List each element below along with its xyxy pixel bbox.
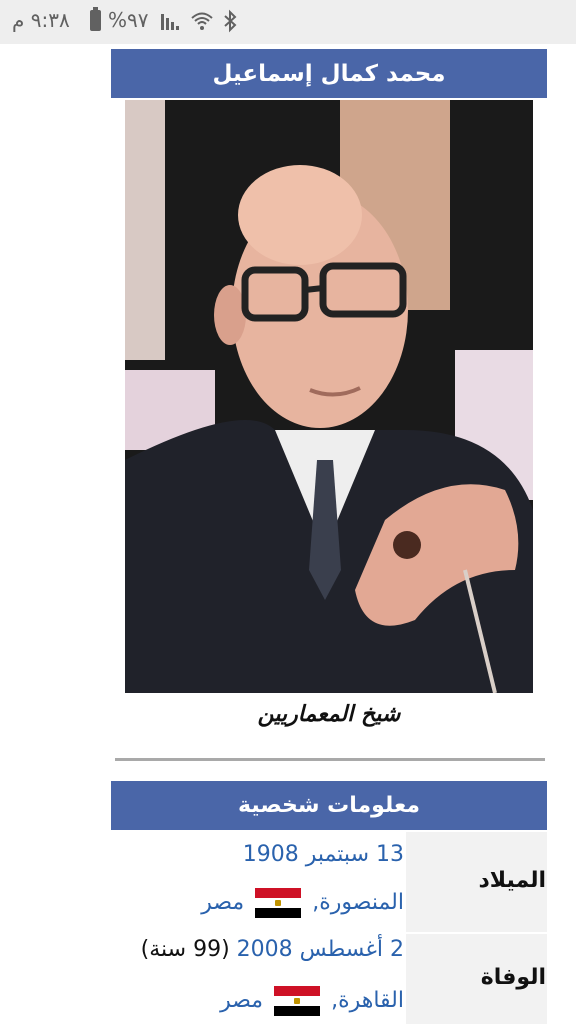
egypt-flag-icon xyxy=(255,888,302,918)
birth-label: الميلاد xyxy=(478,868,546,893)
birth-country-link[interactable]: مصر xyxy=(201,890,244,915)
death-age: (99 سنة) xyxy=(140,937,230,962)
battery-percent: %٩٧ xyxy=(108,8,149,32)
death-date-line: 2 أغسطس 2008 (99 سنة) xyxy=(141,937,404,962)
signal-icon xyxy=(161,14,179,30)
egypt-flag-icon xyxy=(274,986,321,1016)
status-time: ٩:٣٨ م xyxy=(12,8,70,32)
battery-icon xyxy=(90,7,101,31)
section-header-label: معلومات شخصية xyxy=(238,793,420,818)
divider xyxy=(115,758,545,761)
birth-place: المنصورة, مصر xyxy=(201,888,404,918)
birth-date-link[interactable]: 13 سبتمبر 1908 xyxy=(243,842,404,867)
wifi-icon xyxy=(191,12,213,30)
death-label: الوفاة xyxy=(480,965,546,990)
bluetooth-icon xyxy=(224,9,237,33)
death-city-link[interactable]: القاهرة, xyxy=(331,988,404,1013)
person-name: محمد كمال إسماعيل xyxy=(212,60,446,87)
status-bar: ٩:٣٨ م %٩٧ xyxy=(0,0,576,44)
birth-city-link[interactable]: المنصورة, xyxy=(312,890,404,915)
section-header: معلومات شخصية xyxy=(111,781,547,830)
death-country-link[interactable]: مصر xyxy=(220,988,263,1013)
death-place: القاهرة, مصر xyxy=(220,986,404,1016)
death-date-link[interactable]: 2 أغسطس 2008 xyxy=(237,937,404,962)
image-caption: شيخ المعماريين xyxy=(257,702,401,727)
infobox-title: محمد كمال إسماعيل xyxy=(111,49,547,98)
portrait-image xyxy=(125,100,533,693)
